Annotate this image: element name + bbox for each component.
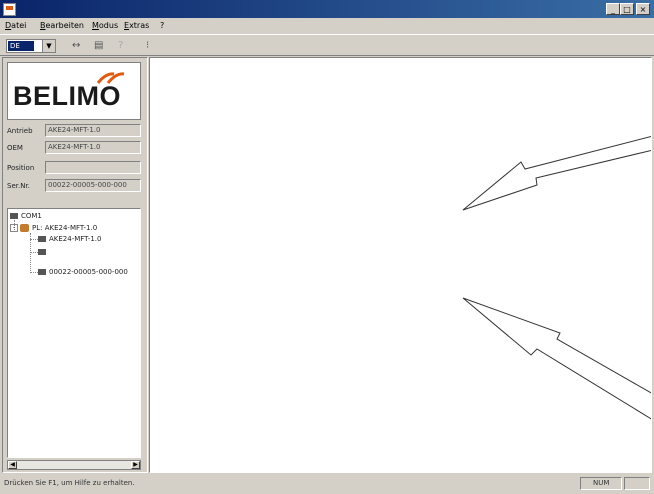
status-text: Drücken Sie F1, um Hilfe zu erhalten.: [4, 479, 135, 487]
oem-field[interactable]: AKE24-MFT-1.0: [45, 141, 141, 154]
serial-number-field[interactable]: 00022-00005-000-000: [45, 179, 141, 192]
horizontal-scrollbar[interactable]: ◀ ▶: [7, 460, 141, 470]
field-oem: OEM AKE24-MFT-1.0: [7, 141, 145, 157]
expand-icon[interactable]: -: [10, 224, 18, 232]
language-select[interactable]: DE ▼: [6, 39, 56, 53]
separator-icon: ⁝: [146, 40, 150, 51]
tree-device-label: PL: AKE24-MFT-1.0: [32, 224, 98, 232]
tree-child-label: 00022-00005-000-000: [49, 268, 128, 276]
maximize-button[interactable]: □: [620, 3, 634, 15]
arrow-upper-icon: [462, 135, 651, 211]
help-icon[interactable]: ?: [118, 40, 123, 52]
menu-datei[interactable]: Datei: [5, 21, 26, 30]
device-icon: [38, 249, 46, 255]
title-bar[interactable]: _ □ ×: [0, 0, 654, 18]
field-position: Position: [7, 161, 145, 177]
device-tree[interactable]: COM1 - PL: AKE24-MFT-1.0 AKE24-MFT-1.0 00…: [7, 208, 141, 458]
menu-extras[interactable]: Extras: [124, 21, 149, 30]
close-button[interactable]: ×: [636, 3, 650, 15]
tree-child[interactable]: AKE24-MFT-1.0: [38, 235, 101, 243]
connect-icon[interactable]: ↔: [72, 40, 80, 52]
computer-icon: [10, 213, 18, 219]
field-label: OEM: [7, 144, 23, 152]
language-select-value: DE: [8, 41, 34, 51]
actuator-icon: [20, 224, 29, 232]
arrows-overlay: [462, 135, 651, 420]
status-bar: Drücken Sie F1, um Hilfe zu erhalten. NU…: [0, 474, 654, 494]
scroll-right-icon[interactable]: ▶: [131, 461, 140, 469]
menu-bearbeiten[interactable]: Bearbeiten: [40, 21, 84, 30]
tree-root[interactable]: COM1: [10, 212, 42, 220]
scroll-left-icon[interactable]: ◀: [8, 461, 17, 469]
menu-help[interactable]: ?: [160, 21, 164, 30]
minimize-button[interactable]: _: [606, 3, 620, 15]
num-lock-indicator: NUM: [580, 477, 622, 490]
menu-modus[interactable]: Modus: [92, 21, 118, 30]
device-info-panel: BELIMO Antrieb AKE24-MFT-1.0 OEM AKE24-M…: [2, 57, 148, 473]
menu-bar: Datei Bearbeiten Modus Extras ?: [0, 18, 654, 34]
device-icon: [38, 236, 46, 242]
tree-child[interactable]: [38, 248, 49, 256]
status-cell: [624, 477, 650, 490]
antrieb-field[interactable]: AKE24-MFT-1.0: [45, 124, 141, 137]
field-serial: Ser.Nr. 00022-00005-000-000: [7, 179, 145, 195]
tree-device[interactable]: - PL: AKE24-MFT-1.0: [10, 224, 97, 232]
field-antrieb: Antrieb AKE24-MFT-1.0: [7, 124, 145, 140]
app-icon[interactable]: [3, 3, 16, 16]
position-field[interactable]: [45, 161, 141, 174]
logo-text: BELIMO: [13, 81, 121, 111]
print-icon[interactable]: ▤: [94, 40, 103, 52]
tree-child[interactable]: 00022-00005-000-000: [38, 268, 128, 276]
device-icon: [38, 269, 46, 275]
main-content-pane[interactable]: [149, 57, 652, 473]
chevron-down-icon[interactable]: ▼: [42, 40, 55, 52]
tree-root-label: COM1: [21, 212, 42, 220]
tree-child-label: AKE24-MFT-1.0: [49, 235, 102, 243]
field-label: Antrieb: [7, 127, 33, 135]
field-label: Position: [7, 164, 35, 172]
arrow-lower-icon: [462, 297, 651, 420]
toolbar: DE ▼ ↔ ▤ ? ⁝: [0, 34, 654, 56]
belimo-logo: BELIMO: [7, 62, 141, 120]
field-label: Ser.Nr.: [7, 182, 30, 190]
